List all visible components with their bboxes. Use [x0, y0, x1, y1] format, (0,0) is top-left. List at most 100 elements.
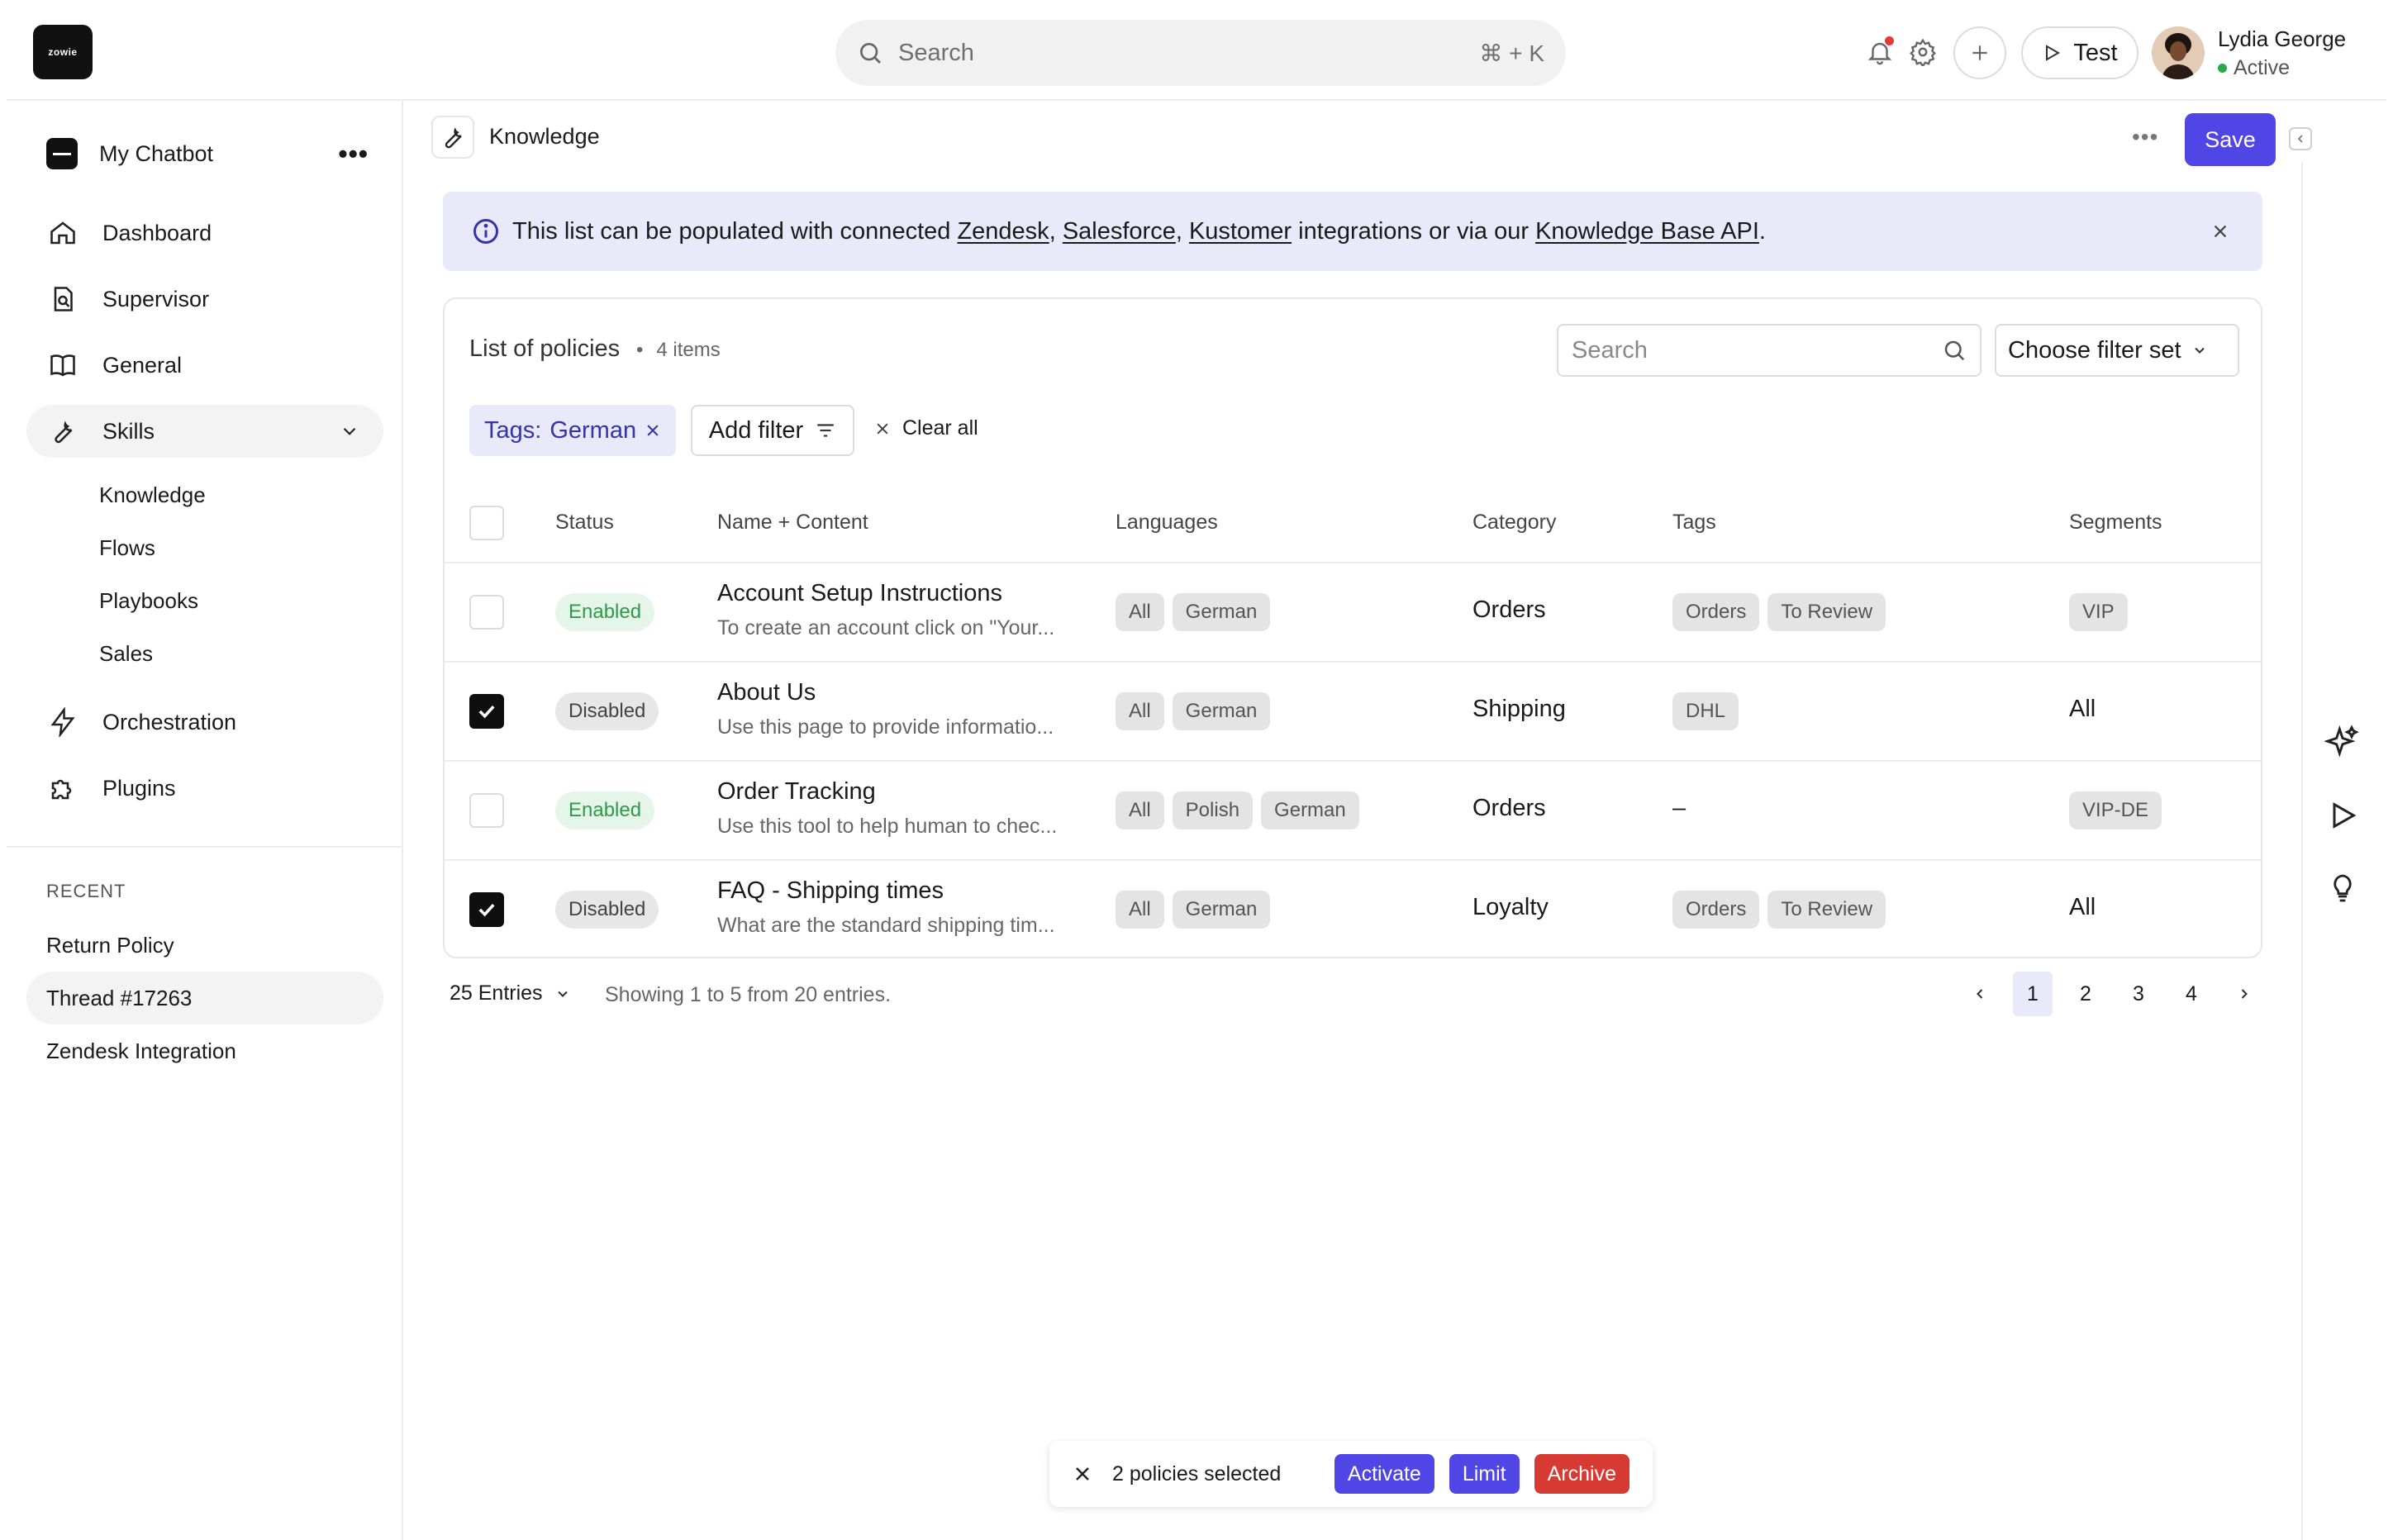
language-pill: German	[1172, 891, 1271, 929]
clear-all-button[interactable]: Clear all	[874, 416, 978, 440]
column-header-segments[interactable]: Segments	[2069, 511, 2162, 535]
limit-button[interactable]: Limit	[1449, 1454, 1520, 1494]
search-shortcut: ⌘ + K	[1479, 40, 1544, 66]
selection-count: 2 policies selected	[1112, 1462, 1282, 1485]
filter-set-label: Choose filter set	[2008, 336, 2181, 364]
kustomer-link[interactable]: Kustomer	[1189, 218, 1292, 245]
policy-name[interactable]: FAQ - Shipping times	[717, 877, 944, 905]
sidebar-item-general[interactable]: General	[26, 339, 383, 392]
active-filter-chip[interactable]: Tags: German	[469, 405, 677, 456]
page-button[interactable]: 3	[2119, 972, 2158, 1016]
banner-text-prefix: This list can be populated with connecte…	[512, 217, 951, 245]
banner-text-suffix: .	[1758, 217, 1766, 245]
segment-text: All	[2069, 894, 2096, 920]
entries-per-page-select[interactable]: 25 Entries	[450, 982, 571, 1005]
user-name: Lydia George	[2218, 26, 2347, 51]
add-filter-button[interactable]: Add filter	[691, 405, 854, 456]
user-status-text: Active	[2234, 56, 2291, 79]
lightbulb-icon[interactable]	[2324, 869, 2362, 907]
activate-button[interactable]: Activate	[1334, 1454, 1434, 1494]
policy-name[interactable]: About Us	[717, 679, 816, 706]
more-options-icon[interactable]: •••	[2132, 124, 2158, 150]
test-button-label: Test	[2073, 39, 2118, 66]
bot-selector[interactable]: My Chatbot •••	[46, 129, 369, 178]
status-dot	[2218, 64, 2227, 73]
tag-pill: Orders	[1672, 593, 1760, 631]
column-header-name[interactable]: Name + Content	[717, 511, 868, 535]
avatar[interactable]	[2152, 26, 2205, 79]
add-filter-label: Add filter	[708, 416, 804, 444]
close-icon[interactable]	[1073, 1464, 1092, 1484]
row-checkbox[interactable]	[469, 694, 504, 729]
column-header-languages[interactable]: Languages	[1116, 511, 1218, 535]
page-button[interactable]: 2	[2066, 972, 2105, 1016]
table-row[interactable]: Disabled FAQ - Shipping times What are t…	[445, 859, 2261, 958]
sidebar-item-supervisor[interactable]: Supervisor	[26, 273, 383, 326]
row-checkbox[interactable]	[469, 793, 504, 828]
chevron-right-icon	[2241, 989, 2248, 999]
test-button[interactable]: Test	[2021, 26, 2138, 79]
filter-chip-key: Tags:	[484, 416, 542, 444]
global-search-placeholder: Search	[898, 39, 974, 66]
sidebar-subitem-flows[interactable]: Flows	[99, 535, 155, 561]
row-checkbox[interactable]	[469, 595, 504, 630]
chevron-down-icon[interactable]	[339, 421, 360, 442]
table-row[interactable]: Enabled Account Setup Instructions To cr…	[445, 562, 2261, 661]
zendesk-link[interactable]: Zendesk	[957, 218, 1049, 245]
tags-cell: Orders To Review	[1672, 891, 1886, 929]
page-button[interactable]: 4	[2172, 972, 2211, 1016]
notifications-button[interactable]	[1861, 33, 1899, 71]
sidebar-subitem-playbooks[interactable]: Playbooks	[99, 588, 198, 614]
chevron-left-icon	[2297, 135, 2303, 143]
search-icon	[1944, 340, 1965, 361]
sidebar-item-plugins[interactable]: Plugins	[26, 762, 383, 815]
list-search-input[interactable]: Search	[1557, 324, 1981, 377]
sidebar-item-orchestration[interactable]: Orchestration	[26, 696, 383, 749]
select-all-checkbox[interactable]	[469, 506, 504, 540]
row-checkbox[interactable]	[469, 892, 504, 927]
knowledge-base-api-link[interactable]: Knowledge Base API	[1535, 218, 1759, 245]
sidebar-item-label: Supervisor	[102, 286, 210, 311]
policies-card: List of policies • 4 items Search Choose …	[443, 297, 2262, 958]
archive-button[interactable]: Archive	[1534, 1454, 1629, 1494]
top-bar: zowie Search ⌘ + K Test Lydia George Act…	[7, 0, 2386, 101]
column-header-status[interactable]: Status	[555, 511, 614, 535]
page-button[interactable]: 1	[2013, 972, 2053, 1016]
app-logo[interactable]: zowie	[33, 25, 93, 79]
add-button[interactable]	[1953, 26, 2006, 79]
policy-name[interactable]: Order Tracking	[717, 778, 876, 806]
prev-page-button[interactable]	[1960, 972, 2000, 1016]
close-icon[interactable]	[645, 422, 661, 439]
close-icon[interactable]	[2211, 222, 2229, 240]
recent-item[interactable]: Return Policy	[26, 919, 383, 972]
table-row[interactable]: Disabled About Us Use this page to provi…	[445, 661, 2261, 760]
language-pill: German	[1172, 593, 1271, 631]
next-page-button[interactable]	[2224, 972, 2264, 1016]
sparkles-icon[interactable]	[2324, 724, 2362, 762]
segment-pill: VIP	[2069, 593, 2128, 631]
sidebar-subitem-knowledge[interactable]: Knowledge	[99, 482, 206, 508]
policy-description: To create an account click on "Your...	[717, 616, 1055, 639]
category-cell: Orders	[1472, 795, 1546, 821]
column-header-tags[interactable]: Tags	[1672, 511, 1716, 535]
bot-logo	[46, 138, 78, 169]
column-header-category[interactable]: Category	[1472, 511, 1556, 535]
recent-item[interactable]: Zendesk Integration	[26, 1024, 383, 1077]
recent-item[interactable]: Thread #17263	[26, 972, 383, 1024]
sidebar-item-label: Orchestration	[102, 709, 237, 734]
filter-set-dropdown[interactable]: Choose filter set	[1995, 324, 2239, 377]
global-search[interactable]: Search ⌘ + K	[835, 20, 1566, 86]
sidebar-item-dashboard[interactable]: Dashboard	[26, 207, 383, 259]
table-row[interactable]: Enabled Order Tracking Use this tool to …	[445, 760, 2261, 859]
bot-more-icon[interactable]: •••	[338, 139, 369, 169]
settings-button[interactable]	[1904, 33, 1942, 71]
sidebar-subitem-sales[interactable]: Sales	[99, 641, 153, 667]
save-button[interactable]: Save	[2185, 113, 2276, 166]
sidebar-item-skills[interactable]: Skills	[26, 405, 383, 458]
salesforce-link[interactable]: Salesforce	[1063, 218, 1176, 245]
user-status: Active	[2218, 56, 2290, 80]
collapse-panel-button[interactable]	[2289, 127, 2312, 150]
play-icon[interactable]	[2324, 796, 2362, 834]
list-count: • 4 items	[636, 339, 721, 361]
policy-name[interactable]: Account Setup Instructions	[717, 580, 1002, 607]
